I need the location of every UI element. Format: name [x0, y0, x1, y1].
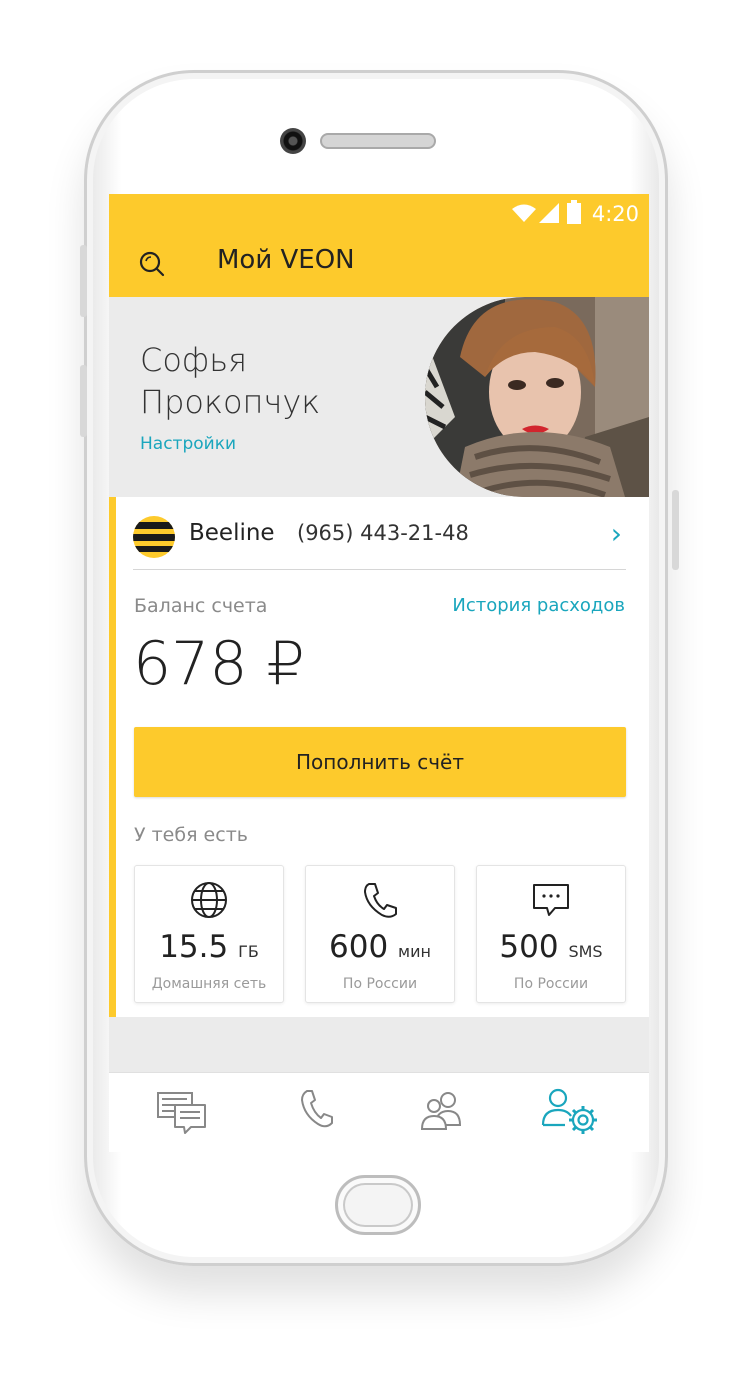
status-bar: 4:20 [109, 194, 649, 232]
phone-icon[interactable] [289, 1087, 345, 1137]
earpiece-speaker [320, 133, 436, 149]
app-bar: Мой VEON [109, 232, 649, 297]
data-tile[interactable]: 15.5 ГБ Домашняя сеть [134, 865, 284, 1003]
battery-icon [567, 200, 581, 224]
front-camera [280, 128, 306, 154]
phone-icon [364, 883, 397, 918]
app-screen: 4:20 Мой VEON Софья Прокопчук Настройки [109, 194, 649, 1152]
data-amount: 15.5 ГБ [159, 929, 259, 965]
balance-label: Баланс счета [134, 595, 268, 617]
balance-value: 678 ₽ [133, 629, 305, 699]
signal-icon [539, 203, 559, 223]
minutes-tile[interactable]: 600 мин По России [305, 865, 455, 1003]
avatar[interactable] [425, 297, 649, 497]
sms-unit: SMS [568, 942, 603, 961]
settings-link[interactable]: Настройки [140, 434, 236, 454]
phone-number: (965) 443-21-48 [297, 521, 469, 545]
profile-last-name: Прокопчук [140, 383, 321, 421]
search-icon[interactable] [137, 249, 167, 279]
sms-caption: По России [513, 976, 589, 992]
operator-row[interactable]: Beeline (965) 443-21-48 › [133, 509, 626, 570]
data-caption: Домашняя сеть [151, 976, 267, 992]
operator-name: Beeline [189, 520, 275, 546]
profile-header: Софья Прокопчук Настройки [109, 297, 649, 497]
expense-history-link[interactable]: История расходов [452, 595, 625, 616]
sms-amount: 500 SMS [499, 929, 603, 965]
volume-down-button [80, 365, 87, 437]
profile-settings-icon[interactable] [541, 1087, 605, 1137]
message-icon [533, 884, 569, 916]
volume-up-button [80, 245, 87, 317]
wifi-icon [512, 204, 536, 222]
chevron-right-icon[interactable]: › [611, 517, 622, 550]
top-up-button[interactable]: Пополнить счёт [134, 727, 626, 797]
app-title: Мой VEON [217, 245, 355, 275]
profile-first-name: Софья [140, 341, 248, 379]
bottom-navigation [109, 1072, 649, 1152]
power-button [672, 490, 679, 570]
minutes-unit: мин [398, 942, 431, 961]
content-spacer [109, 1017, 649, 1072]
minutes-amount: 600 мин [329, 929, 431, 965]
chats-icon[interactable] [155, 1087, 211, 1137]
status-time: 4:20 [591, 202, 639, 226]
card-accent-bar [109, 497, 116, 1017]
remaining-label: У тебя есть [134, 824, 248, 846]
home-button[interactable] [335, 1175, 421, 1235]
minutes-caption: По России [342, 976, 418, 992]
globe-icon [191, 882, 227, 918]
sms-tile[interactable]: 500 SMS По России [476, 865, 626, 1003]
contacts-icon[interactable] [414, 1087, 470, 1137]
data-unit: ГБ [238, 942, 259, 961]
account-card: Beeline (965) 443-21-48 › Баланс счета И… [109, 497, 649, 1017]
beeline-logo-icon [133, 516, 175, 558]
